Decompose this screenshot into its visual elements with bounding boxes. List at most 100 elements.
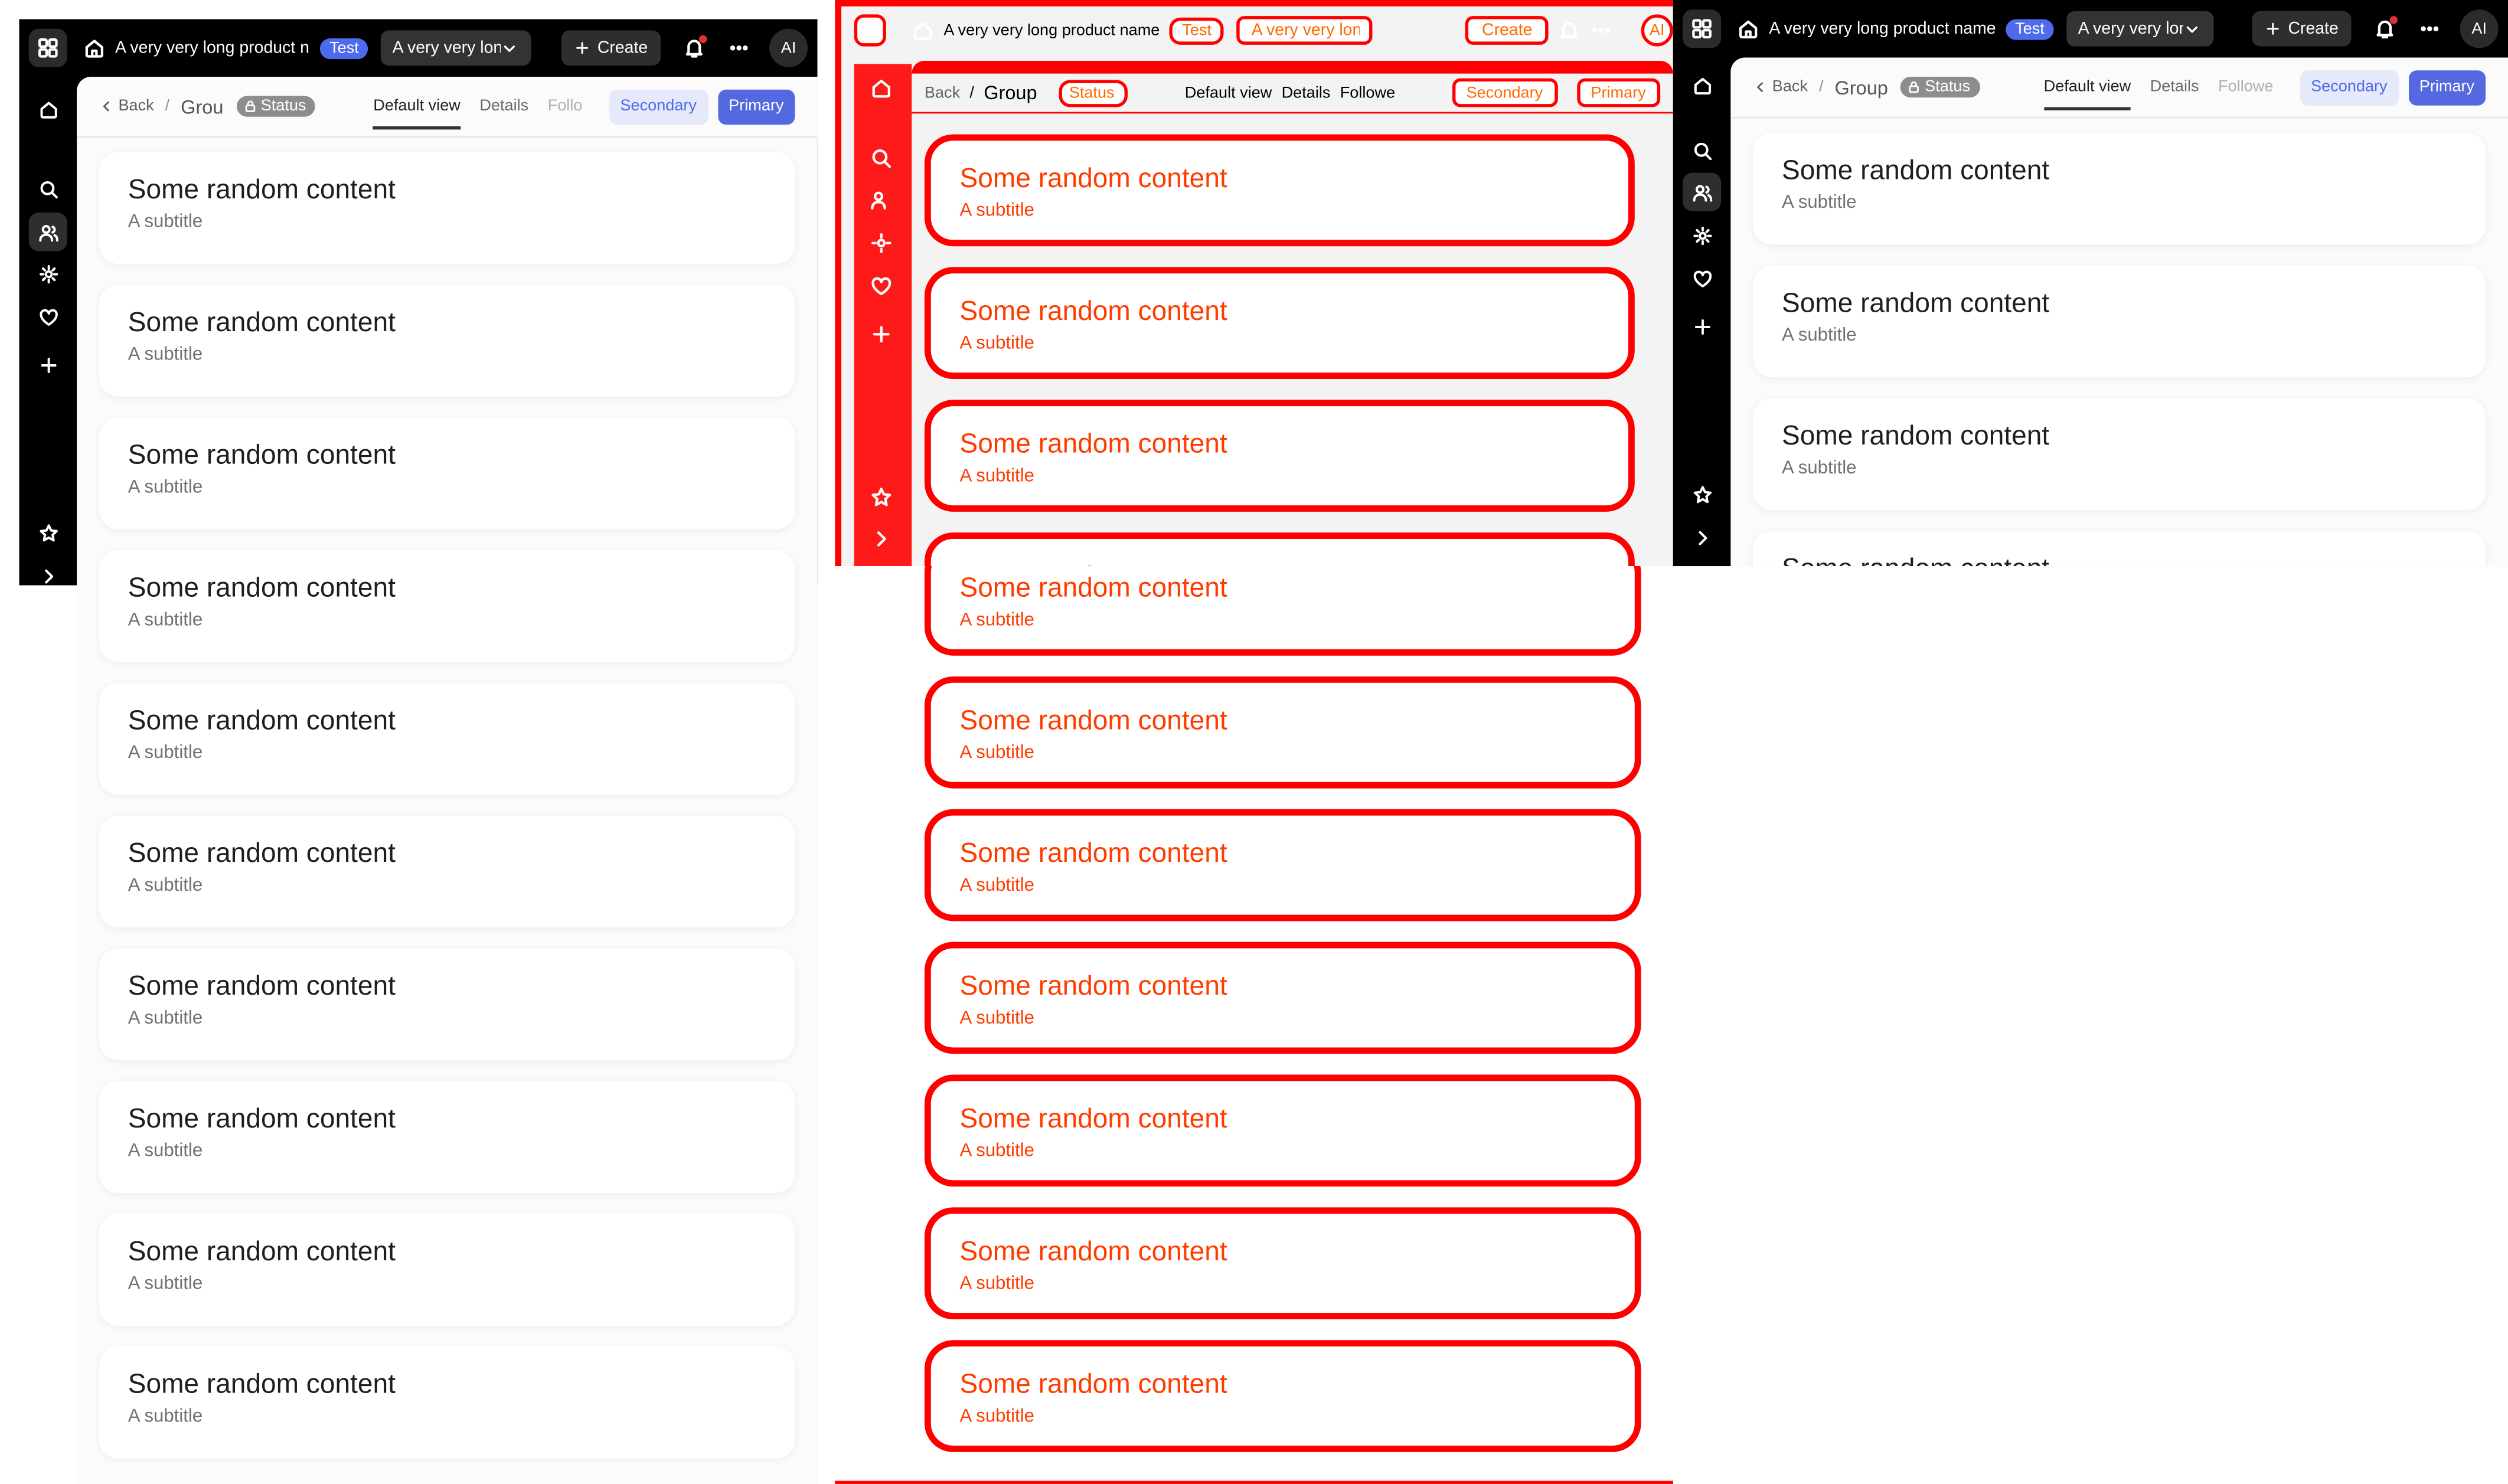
rail-add[interactable]: [1683, 307, 1721, 345]
rail-starred[interactable]: [29, 514, 67, 552]
content-card[interactable]: Some random contentA subtitle: [99, 152, 795, 264]
content-card[interactable]: Some random contentA subtitle: [924, 1207, 1641, 1320]
search-icon[interactable]: [870, 147, 893, 169]
more-icon[interactable]: [2418, 18, 2441, 40]
apps-grid-icon[interactable]: [854, 14, 886, 47]
secondary-button[interactable]: Secondary: [2300, 69, 2399, 105]
rail-search[interactable]: [29, 169, 67, 208]
rail-users[interactable]: [1683, 172, 1722, 211]
content-panel-left: Back / Grou Status Default view Details …: [77, 77, 818, 1484]
tab-followers[interactable]: Followe: [1340, 84, 1395, 102]
content-card[interactable]: Some random contentA subtitle: [924, 1340, 1641, 1452]
status-badge: Status: [1059, 79, 1128, 107]
rail-settings[interactable]: [1683, 216, 1721, 254]
rail-expand[interactable]: [29, 557, 67, 586]
content-card[interactable]: Some random contentA subtitle: [99, 285, 795, 397]
rail-home[interactable]: [1683, 66, 1721, 104]
avatar[interactable]: AI: [769, 28, 808, 67]
content-card[interactable]: Some random contentA subtitle: [99, 815, 795, 928]
bell-icon[interactable]: [683, 35, 707, 59]
create-button[interactable]: Create: [562, 30, 661, 66]
content-card[interactable]: Some random contentA subtitle: [1753, 398, 2486, 511]
tab-details[interactable]: Details: [1282, 84, 1331, 102]
content-panel-right: Back / Group Status Default view Details…: [1730, 57, 2508, 567]
card-title: Some random content: [959, 1368, 1227, 1400]
content-card[interactable]: Some random contentA subtitle: [924, 532, 1635, 567]
apps-grid-icon[interactable]: [1683, 9, 1722, 48]
content-card[interactable]: Some random contentA subtitle: [924, 566, 1641, 656]
tab-details[interactable]: Details: [470, 77, 538, 137]
primary-button[interactable]: Primary: [2408, 69, 2486, 105]
content-card[interactable]: Some random contentA subtitle: [924, 1074, 1641, 1187]
gear-icon[interactable]: [870, 232, 893, 254]
tab-default-view[interactable]: Default view: [364, 77, 470, 137]
home-icon[interactable]: [870, 77, 893, 99]
context-select[interactable]: A very very lon: [381, 30, 532, 66]
rail-favorites[interactable]: [1683, 259, 1721, 298]
tab-default-view[interactable]: Default view: [1185, 84, 1272, 102]
content-card[interactable]: Some random contentA subtitle: [924, 134, 1635, 247]
secondary-button[interactable]: Secondary: [1452, 78, 1557, 107]
content-card[interactable]: Some random contentA subtitle: [924, 267, 1635, 380]
gear-icon: [1691, 225, 1712, 246]
breadcrumb-group[interactable]: Group: [984, 81, 1037, 104]
back-link[interactable]: Back: [925, 84, 960, 102]
star-icon[interactable]: [870, 486, 893, 509]
apps-grid-icon[interactable]: [28, 28, 67, 67]
rail-search[interactable]: [1683, 131, 1721, 169]
plus-icon[interactable]: [870, 323, 893, 345]
rail-users[interactable]: [28, 213, 67, 251]
primary-button[interactable]: Primary: [1576, 78, 1661, 107]
create-button[interactable]: Create: [2252, 11, 2352, 47]
tab-default-view[interactable]: Default view: [2034, 58, 2140, 118]
chevron-right-icon[interactable]: [870, 528, 893, 550]
secondary-button[interactable]: Secondary: [609, 89, 708, 124]
back-link[interactable]: Back: [1753, 79, 1808, 96]
back-label: Back: [1772, 78, 1808, 96]
avatar[interactable]: AI: [2460, 9, 2499, 48]
bell-icon[interactable]: [2373, 16, 2398, 40]
content-card[interactable]: Some random contentA subtitle: [99, 1214, 795, 1326]
content-card[interactable]: Some random contentA subtitle: [1753, 265, 2486, 378]
tab-details[interactable]: Details: [2140, 58, 2208, 118]
primary-button[interactable]: Primary: [717, 89, 795, 124]
context-select[interactable]: A very very lon: [1237, 16, 1373, 45]
product-name[interactable]: A very very long product name Test: [1737, 18, 2055, 40]
product-tag: Test: [2005, 18, 2055, 40]
heart-icon: [1691, 268, 1712, 289]
content-card[interactable]: Some random contentA subtitle: [924, 400, 1635, 512]
content-card[interactable]: Some random contentA subtitle: [924, 942, 1641, 1054]
product-name[interactable]: A very very long product n Test: [83, 37, 369, 59]
context-select[interactable]: A very very lon: [2066, 11, 2214, 47]
content-card[interactable]: Some random contentA subtitle: [924, 676, 1641, 789]
content-card[interactable]: Some random contentA subtitle: [99, 550, 795, 662]
rail-settings[interactable]: [29, 254, 67, 293]
content-card[interactable]: Some random contentA subtitle: [1753, 531, 2486, 567]
content-card[interactable]: Some random contentA subtitle: [99, 1346, 795, 1459]
more-icon[interactable]: [1590, 19, 1612, 42]
rail-expand[interactable]: [1683, 518, 1721, 557]
rail-add[interactable]: [29, 345, 67, 384]
content-card[interactable]: Some random contentA subtitle: [99, 948, 795, 1061]
content-card[interactable]: Some random contentA subtitle: [99, 1081, 795, 1193]
create-button[interactable]: Create: [1465, 16, 1549, 45]
heart-icon[interactable]: [870, 275, 893, 298]
rail-starred[interactable]: [1683, 475, 1721, 514]
content-card[interactable]: Some random contentA subtitle: [99, 417, 795, 529]
breadcrumb-group[interactable]: Group: [1834, 76, 1887, 99]
breadcrumb-group[interactable]: Grou: [181, 95, 224, 117]
card-title: Some random content: [1782, 420, 2050, 451]
bell-icon[interactable]: [1558, 19, 1580, 42]
content-card[interactable]: Some random contentA subtitle: [99, 682, 795, 795]
back-link[interactable]: Back: [99, 97, 154, 115]
create-button-label: Create: [1482, 21, 1533, 40]
tab-followers[interactable]: Followe: [2209, 58, 2283, 118]
users-icon[interactable]: [870, 189, 893, 211]
content-card[interactable]: Some random contentA subtitle: [1753, 132, 2486, 245]
more-icon[interactable]: [728, 37, 750, 59]
content-card[interactable]: Some random contentA subtitle: [924, 809, 1641, 921]
rail-favorites[interactable]: [29, 298, 67, 336]
tab-followers[interactable]: Follo: [538, 77, 592, 137]
rail-home[interactable]: [29, 90, 67, 128]
avatar[interactable]: AI: [1641, 14, 1673, 47]
